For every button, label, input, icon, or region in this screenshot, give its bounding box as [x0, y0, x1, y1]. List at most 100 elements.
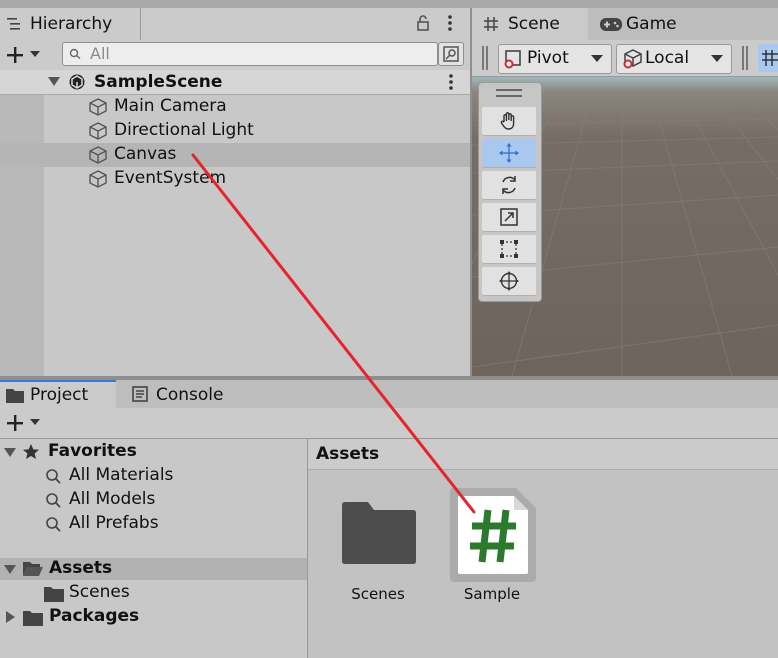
folder-icon	[23, 611, 43, 626]
hierarchy-search-input[interactable]: All	[62, 42, 438, 66]
tree-item-favorites[interactable]: Favorites	[0, 440, 306, 464]
hierarchy-list-icon	[7, 18, 20, 30]
tab-project[interactable]: Project	[0, 380, 116, 408]
scene-tab-label: Scene	[508, 14, 560, 34]
create-button[interactable]	[4, 44, 44, 66]
chevron-down-icon	[30, 51, 40, 57]
tree-item-favorite[interactable]: All Materials	[0, 464, 306, 488]
scene-more-icon[interactable]	[447, 73, 455, 91]
project-tab-label: Project	[30, 385, 89, 405]
hierarchy-item-label: Directional Light	[114, 120, 254, 140]
open-folder-icon	[23, 562, 43, 576]
project-create-button[interactable]	[4, 412, 44, 434]
search-icon	[46, 493, 61, 508]
gameobject-cube-icon	[89, 170, 107, 188]
rect-transform-icon	[500, 240, 518, 258]
scenes-folder-label: Scenes	[69, 582, 130, 602]
overlay-drag-handle[interactable]	[496, 89, 522, 97]
asset-label: Scenes	[351, 585, 405, 603]
assets-header-label: Assets	[316, 444, 380, 464]
console-tab-label: Console	[156, 385, 224, 405]
gameobject-cube-icon	[89, 98, 107, 116]
star-icon	[23, 444, 39, 459]
search-placeholder: All	[90, 44, 110, 63]
grid-snap-button[interactable]	[758, 44, 778, 72]
grid-hash-icon	[484, 17, 498, 31]
folder-icon	[342, 502, 416, 564]
search-icon	[46, 517, 61, 532]
project-tabbar	[0, 380, 778, 408]
asset-item-sample[interactable]: Sample	[444, 486, 540, 610]
pivot-dropdown[interactable]: Pivot	[498, 44, 612, 74]
favorite-label: All Materials	[69, 465, 174, 485]
tree-item-packages[interactable]: Packages	[0, 606, 306, 628]
scene-name: SampleScene	[94, 72, 223, 92]
hand-icon	[500, 112, 515, 130]
hierarchy-item-label: Main Camera	[114, 96, 227, 116]
hierarchy-tab-label: Hierarchy	[30, 14, 113, 34]
expand-arrow-icon[interactable]	[4, 448, 16, 458]
tab-console[interactable]: Console	[124, 380, 244, 408]
assets-breadcrumb: Assets	[308, 439, 778, 470]
plus-icon	[7, 415, 23, 431]
tab-game[interactable]: Game	[592, 8, 712, 40]
csharp-script-icon	[450, 488, 536, 582]
scale-icon	[500, 208, 518, 226]
unity-scene-icon	[69, 74, 85, 90]
plus-icon	[7, 47, 23, 63]
toolbar-grip	[742, 46, 748, 70]
gameobject-cube-icon	[89, 122, 107, 140]
pivot-icon	[504, 50, 521, 69]
hierarchy-item-label: Canvas	[114, 144, 177, 164]
chevron-down-icon	[30, 419, 40, 425]
collapse-arrow-icon[interactable]	[6, 611, 16, 623]
project-toolbar	[0, 408, 778, 439]
tree-item-favorite[interactable]: All Prefabs	[0, 512, 306, 536]
rotate-icon	[502, 176, 516, 194]
search-type-icon	[443, 46, 459, 62]
top-strip	[0, 0, 778, 8]
tab-scene[interactable]: Scene	[472, 8, 588, 40]
hand-tool-button[interactable]	[482, 107, 536, 136]
tree-item-favorite[interactable]: All Models	[0, 488, 306, 512]
hierarchy-item[interactable]: Main Camera	[86, 95, 466, 119]
packages-label: Packages	[49, 606, 140, 626]
move-arrows-icon	[499, 143, 519, 163]
transform-icon	[499, 271, 519, 291]
local-dropdown[interactable]: Local	[616, 44, 732, 74]
folder-icon	[6, 389, 24, 403]
asset-item-scenes[interactable]: Scenes	[330, 490, 426, 610]
hierarchy-item[interactable]: Directional Light	[86, 119, 466, 143]
pivot-label: Pivot	[527, 48, 569, 68]
assets-label: Assets	[49, 558, 113, 578]
more-options-icon[interactable]	[446, 14, 454, 32]
scale-tool-button[interactable]	[482, 203, 536, 232]
local-label: Local	[645, 48, 690, 68]
search-icon	[69, 48, 81, 60]
hierarchy-item-label: EventSystem	[114, 168, 227, 188]
grid-snap-icon	[762, 50, 778, 66]
lock-icon[interactable]	[416, 15, 430, 31]
tab-hierarchy[interactable]: Hierarchy	[0, 8, 141, 40]
favorite-label: All Prefabs	[69, 513, 159, 533]
move-tool-button[interactable]	[482, 139, 536, 168]
gameobject-cube-icon	[89, 146, 107, 164]
transform-tool-button[interactable]	[482, 267, 536, 296]
scene-tools-overlay	[478, 82, 542, 302]
expand-arrow-icon[interactable]	[4, 565, 16, 575]
rotate-tool-button[interactable]	[482, 171, 536, 200]
expand-arrow-icon[interactable]	[48, 77, 60, 87]
favorites-label: Favorites	[48, 441, 137, 461]
hierarchy-item[interactable]: EventSystem	[86, 167, 466, 191]
search-by-type-button[interactable]	[438, 42, 464, 66]
gamepad-icon	[600, 18, 622, 31]
tree-item-scenes[interactable]: Scenes	[0, 582, 306, 604]
hierarchy-item[interactable]: Canvas	[86, 143, 466, 167]
rect-tool-button[interactable]	[482, 235, 536, 264]
local-cube-icon	[623, 49, 642, 69]
game-tab-label: Game	[626, 14, 677, 34]
folder-icon	[44, 587, 64, 602]
tree-item-assets[interactable]: Assets	[0, 558, 306, 580]
scene-row[interactable]: SampleScene	[0, 70, 470, 95]
console-icon	[132, 386, 148, 402]
